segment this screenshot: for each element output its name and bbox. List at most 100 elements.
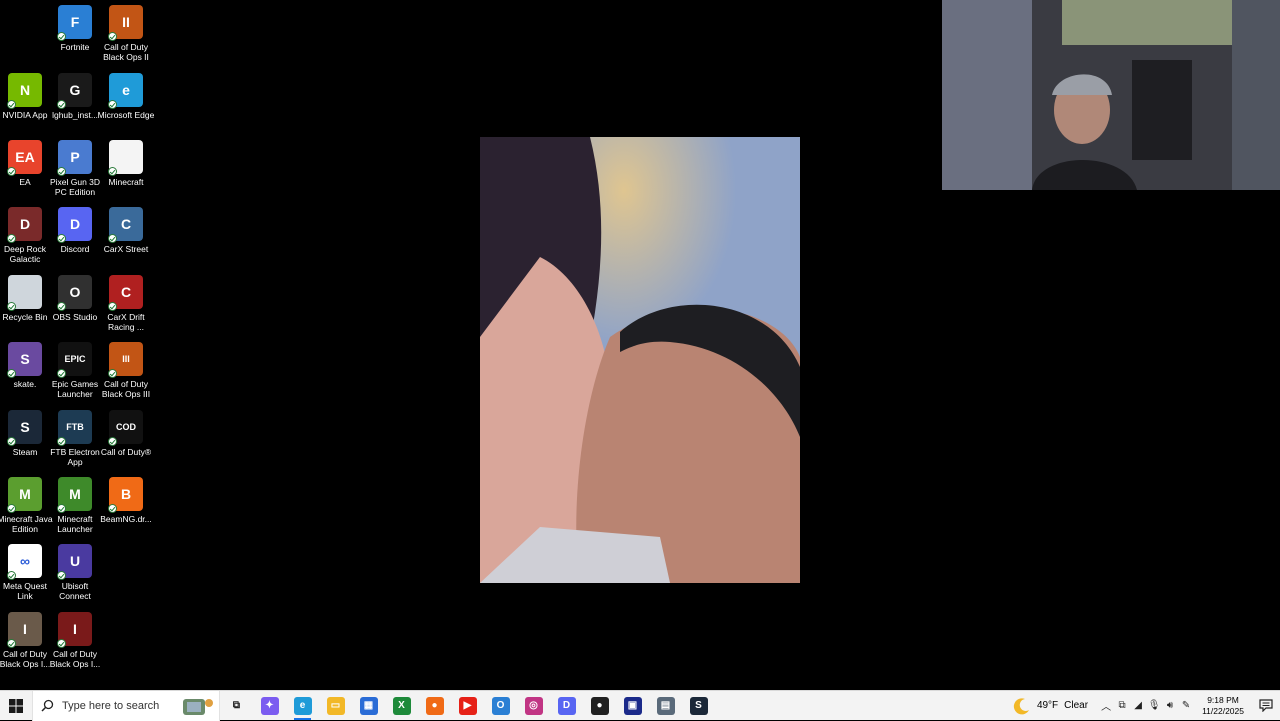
sync-status-check-icon [57, 302, 66, 311]
desktop-icon[interactable]: III Call of Duty Black Ops III [101, 342, 151, 399]
pen-icon[interactable]: ✎ [1178, 691, 1194, 721]
taskbar-app-button[interactable]: ⧉ [220, 691, 253, 721]
tray-app-icon[interactable]: ⧉ [1114, 691, 1130, 721]
sync-status-check-icon [108, 32, 117, 41]
sync-status-check-icon [108, 167, 117, 176]
taskbar-app-button[interactable]: D [550, 691, 583, 721]
desktop-icon[interactable]: C CarX Drift Racing ... [101, 275, 151, 332]
taskbar-app-button[interactable]: ◎ [517, 691, 550, 721]
desktop-icon[interactable]: P Pixel Gun 3D PC Edition [50, 140, 100, 197]
weather-widget[interactable]: 49°F Clear [1003, 697, 1098, 715]
app-icon: F [57, 5, 92, 41]
app-icon: G [57, 73, 92, 109]
search-highlight-icon [183, 698, 213, 715]
sync-status-check-icon [57, 100, 66, 109]
taskbar-app-button[interactable]: O [484, 691, 517, 721]
network-icon[interactable]: ◢ [1130, 691, 1146, 721]
app-icon: COD [108, 410, 143, 446]
sync-status-check-icon [108, 504, 117, 513]
desktop-icon[interactable]: Glghub_inst... [50, 73, 100, 120]
moon-icon [1013, 697, 1029, 714]
sync-status-check-icon [57, 571, 66, 580]
taskbar-app-button[interactable]: ▭ [319, 691, 352, 721]
desktop-icon[interactable]: M Minecraft Launcher [50, 477, 100, 534]
desktop-icon[interactable]: D Deep Rock Galactic [0, 207, 50, 264]
desktop-icon[interactable]: FTB FTB Electron App [50, 410, 100, 467]
app-icon: I [57, 612, 92, 648]
desktop-icon-label: Minecraft Launcher [57, 514, 93, 534]
desktop-icon[interactable]: O OBS Studio [50, 275, 100, 322]
app-icon: M [7, 477, 42, 513]
taskbar-pinned-apps: ⧉ ✦ e ▭ ▦ X ● ▶ O ◎ D ● ▣ ▤ S [220, 691, 715, 721]
weather-temp: 49°F [1036, 700, 1059, 711]
taskbar-app-button[interactable]: e [286, 691, 319, 721]
app-icon: M [57, 477, 92, 513]
sync-status-check-icon [108, 369, 117, 378]
microphone-icon[interactable]: 🎙︎ [1146, 691, 1162, 721]
sync-status-check-icon [57, 167, 66, 176]
notification-center-button[interactable] [1252, 691, 1280, 721]
app-icon: S [7, 342, 42, 378]
app-icon: D [57, 207, 92, 243]
app-icon: C [108, 275, 143, 311]
desktop-icon[interactable]: I Call of Duty Black Ops I... [0, 612, 50, 669]
taskbar-app-button[interactable]: X [385, 691, 418, 721]
chrome-like-icon: ● [425, 696, 444, 715]
desktop-icon[interactable]: D Discord [50, 207, 100, 254]
desktop-icon[interactable]: II Call of Duty Black Ops II [101, 5, 151, 62]
taskbar-app-button[interactable]: ✦ [253, 691, 286, 721]
desktop-icon-label: Pixel Gun 3D PC Edition [49, 177, 101, 197]
desktop-icon[interactable]: Sskate. [0, 342, 50, 389]
desktop-icon-label: Microsoft Edge [97, 110, 155, 120]
sync-status-check-icon [108, 234, 117, 243]
app-blue-icon: ▣ [623, 696, 642, 715]
taskbar-app-button[interactable]: ▦ [352, 691, 385, 721]
show-hidden-icons-chevron-up-icon[interactable]: ︿ [1098, 691, 1114, 721]
taskbar-app-button[interactable]: ▤ [649, 691, 682, 721]
microsoft-store-icon: ▦ [359, 696, 378, 715]
desktop-icon-label: Call of Duty Black Ops II [103, 42, 149, 62]
desktop-icon[interactable]: EPIC Epic Games Launcher [50, 342, 100, 399]
desktop-icon[interactable]: B BeamNG.dr... [100, 477, 152, 524]
desktop-icon[interactable]: I Call of Duty Black Ops I... [50, 612, 100, 669]
weather-condition: Clear [1064, 700, 1089, 711]
desktop-icon-label: lghub_inst... [52, 110, 98, 120]
start-button[interactable] [0, 691, 32, 721]
taskbar-app-button[interactable]: S [682, 691, 715, 721]
clock-date: 11/22/2025 [1202, 705, 1244, 716]
app-icon: EA [7, 140, 42, 176]
taskbar-search-box[interactable]: Type here to search [32, 690, 220, 721]
desktop-icon[interactable]: ∞ Meta Quest Link [0, 544, 50, 601]
taskbar-app-button[interactable]: ● [418, 691, 451, 721]
desktop-icon[interactable]: U Ubisoft Connect [50, 544, 100, 601]
app-icon: ∞ [7, 544, 42, 580]
app-icon [108, 140, 143, 176]
desktop-icon[interactable]: COD Call of Duty® [101, 410, 151, 457]
taskbar-app-button[interactable]: ▣ [616, 691, 649, 721]
app-icon: III [108, 342, 143, 378]
desktop-icon[interactable]: F Fortnite [50, 5, 100, 52]
volume-icon[interactable]: 🔊︎ [1162, 691, 1178, 721]
sync-status-check-icon [7, 504, 16, 513]
desktop-icon-label: Fortnite [60, 42, 90, 52]
desktop-icon[interactable]: Minecraft [101, 140, 151, 187]
sync-status-check-icon [7, 302, 16, 311]
desktop-icon[interactable]: N NVIDIA App [0, 73, 50, 120]
app-icon [7, 275, 42, 311]
desktop-icon-label: Call of Duty Black Ops I... [49, 649, 101, 669]
desktop-icon[interactable]: EA EA [0, 140, 50, 187]
desktop-icon[interactable]: Recycle Bin [0, 275, 50, 322]
desktop-icon-label: Minecraft [108, 177, 144, 187]
game-app-icon: ▤ [656, 696, 675, 715]
sync-status-check-icon [57, 639, 66, 648]
youtube-icon: ▶ [458, 696, 477, 715]
taskbar-app-button[interactable]: ● [583, 691, 616, 721]
desktop-icon[interactable]: C CarX Street [101, 207, 151, 254]
clock[interactable]: 9:18 PM 11/22/2025 [1194, 695, 1252, 717]
taskbar-app-button[interactable]: ▶ [451, 691, 484, 721]
notification-icon [1259, 699, 1273, 712]
desktop-icon[interactable]: M Minecraft Java Edition [0, 477, 53, 534]
app-icon: I [7, 612, 42, 648]
desktop-icon[interactable]: e Microsoft Edge [98, 73, 154, 120]
desktop-icon[interactable]: S Steam [0, 410, 50, 457]
